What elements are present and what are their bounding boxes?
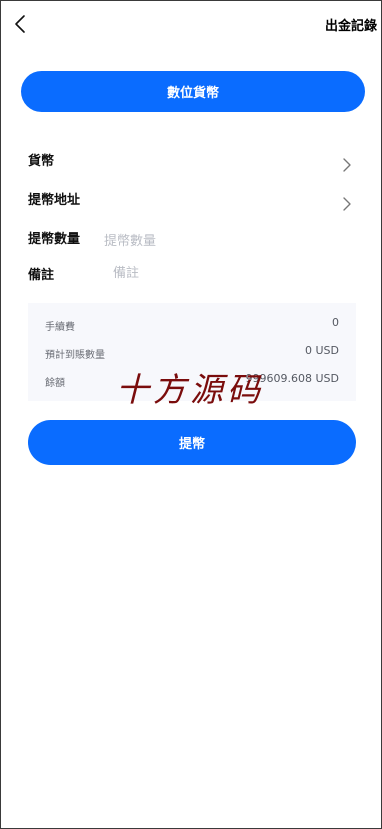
withdrawal-amount-input[interactable]	[104, 231, 334, 251]
chevron-left-icon	[15, 15, 25, 33]
withdrawal-amount-label: 提幣數量	[28, 232, 81, 247]
watermark: 十方源码	[116, 370, 264, 409]
currency-selector[interactable]	[341, 157, 353, 172]
fee-label: 手續費	[45, 322, 75, 333]
expected-amount-value: 0 USD	[305, 344, 339, 357]
fee-value: 0	[332, 316, 339, 329]
chevron-right-icon	[343, 197, 351, 211]
note-label: 備註	[28, 268, 55, 283]
digital-currency-button[interactable]: 數位貨幣	[21, 71, 365, 112]
withdrawal-history-link[interactable]: 出金記錄	[325, 15, 377, 34]
expected-amount-label: 預計到賬數量	[45, 350, 105, 361]
withdraw-submit-button[interactable]: 提幣	[28, 420, 356, 465]
withdrawal-address-label: 提幣地址	[28, 193, 81, 208]
chevron-right-icon	[343, 158, 351, 172]
address-selector[interactable]	[341, 196, 353, 211]
note-input[interactable]	[113, 263, 333, 283]
back-button[interactable]	[10, 13, 32, 35]
balance-label: 餘額	[45, 378, 65, 389]
currency-label: 貨幣	[28, 154, 55, 169]
app-screen: 出金記錄 數位貨幣 貨幣 提幣地址 提幣數量 備註 手續費 0 預計到賬數量 0…	[0, 0, 382, 829]
